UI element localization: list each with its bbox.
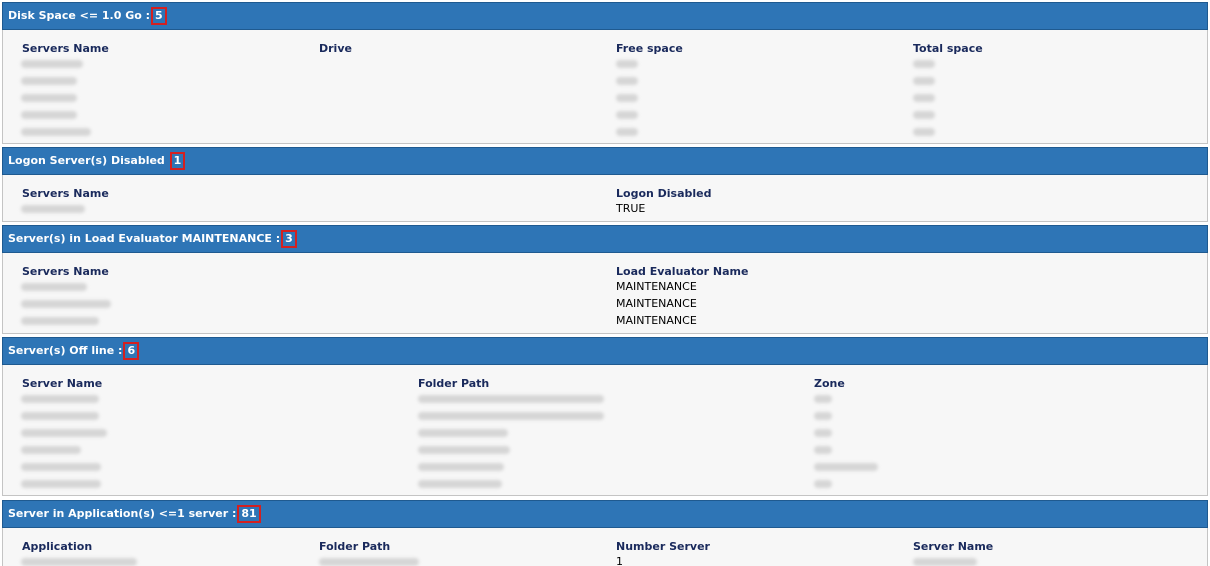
applications-count-badge: 81 [237,505,261,523]
redacted-cell [616,94,638,102]
redacted-cell [21,395,99,403]
redacted-cell [814,480,832,488]
logon-disabled-section: Logon Server(s) Disabled 1 Servers Name … [2,147,1208,222]
redacted-cell [21,446,81,454]
logon-disabled-title: Logon Server(s) Disabled [8,154,165,167]
disk-space-section: Disk Space <= 1.0 Go :5 Servers Name Dri… [2,2,1208,144]
col-free-space: Free space [616,42,683,55]
applications-section: Server in Application(s) <=1 server :81 … [2,500,1208,566]
col-drive: Drive [319,42,352,55]
col-servers-name: Servers Name [22,187,109,200]
col-servers-name: Servers Name [22,265,109,278]
col-server-name: Server Name [913,540,994,553]
redacted-cell [21,205,85,213]
logon-disabled-table: Servers Name Logon Disabled TRUE [2,175,1208,222]
col-servers-name: Servers Name [22,42,109,55]
col-application: Application [22,540,93,553]
redacted-cell [913,111,935,119]
load-evaluator-value: MAINTENANCE [616,314,697,327]
report-page: Disk Space <= 1.0 Go :5 Servers Name Dri… [0,0,1210,566]
redacted-cell [616,77,638,85]
offline-title: Server(s) Off line : [8,344,123,357]
disk-space-header: Disk Space <= 1.0 Go :5 [2,2,1208,30]
logon-disabled-value: TRUE [616,202,646,215]
redacted-cell [21,558,137,566]
redacted-cell [616,111,638,119]
redacted-cell [21,111,77,119]
number-server-value: 1 [616,555,623,566]
load-evaluator-value: MAINTENANCE [616,297,697,310]
redacted-cell [21,60,83,68]
redacted-cell [21,463,101,471]
redacted-cell [21,429,107,437]
logon-disabled-count-badge: 1 [169,152,186,170]
col-load-evaluator-name: Load Evaluator Name [616,265,749,278]
applications-header: Server in Application(s) <=1 server :81 [2,500,1208,528]
offline-table: Server Name Folder Path Zone [2,365,1208,496]
load-evaluator-value: MAINTENANCE [616,280,697,293]
redacted-cell [616,128,638,136]
redacted-cell [21,128,91,136]
redacted-cell [913,77,935,85]
redacted-cell [913,60,935,68]
redacted-cell [418,395,604,403]
redacted-cell [319,558,419,566]
redacted-cell [814,412,832,420]
col-server-name: Server Name [22,377,103,390]
logon-disabled-header: Logon Server(s) Disabled 1 [2,147,1208,175]
redacted-cell [814,395,832,403]
offline-section: Server(s) Off line :6 Server Name Folder… [2,337,1208,496]
redacted-cell [418,463,504,471]
redacted-cell [418,412,604,420]
load-evaluator-section: Server(s) in Load Evaluator MAINTENANCE … [2,225,1208,334]
load-evaluator-title: Server(s) in Load Evaluator MAINTENANCE … [8,232,281,245]
redacted-cell [21,283,87,291]
redacted-cell [21,300,111,308]
col-logon-disabled: Logon Disabled [616,187,712,200]
redacted-cell [913,94,935,102]
disk-space-count-badge: 5 [151,7,167,25]
col-folder-path: Folder Path [319,540,391,553]
redacted-cell [913,128,935,136]
applications-table: Application Folder Path Number Server Se… [2,528,1208,566]
redacted-cell [21,412,99,420]
load-evaluator-table: Servers Name Load Evaluator Name MAINTEN… [2,253,1208,334]
offline-header: Server(s) Off line :6 [2,337,1208,365]
redacted-cell [418,480,502,488]
load-evaluator-count-badge: 3 [281,230,297,248]
redacted-cell [21,480,101,488]
redacted-cell [21,317,99,325]
col-total-space: Total space [913,42,983,55]
redacted-cell [21,94,77,102]
redacted-cell [913,558,977,566]
redacted-cell [418,429,508,437]
applications-title: Server in Application(s) <=1 server : [8,507,237,520]
col-folder-path: Folder Path [418,377,490,390]
redacted-cell [418,446,510,454]
redacted-cell [814,429,832,437]
disk-space-title: Disk Space <= 1.0 Go : [8,9,151,22]
disk-space-table: Servers Name Drive Free space Total spac… [2,30,1208,144]
redacted-cell [814,463,878,471]
offline-count-badge: 6 [123,342,140,360]
redacted-cell [21,77,77,85]
col-number-server: Number Server [616,540,710,553]
load-evaluator-header: Server(s) in Load Evaluator MAINTENANCE … [2,225,1208,253]
redacted-cell [616,60,638,68]
col-zone: Zone [814,377,845,390]
redacted-cell [814,446,832,454]
